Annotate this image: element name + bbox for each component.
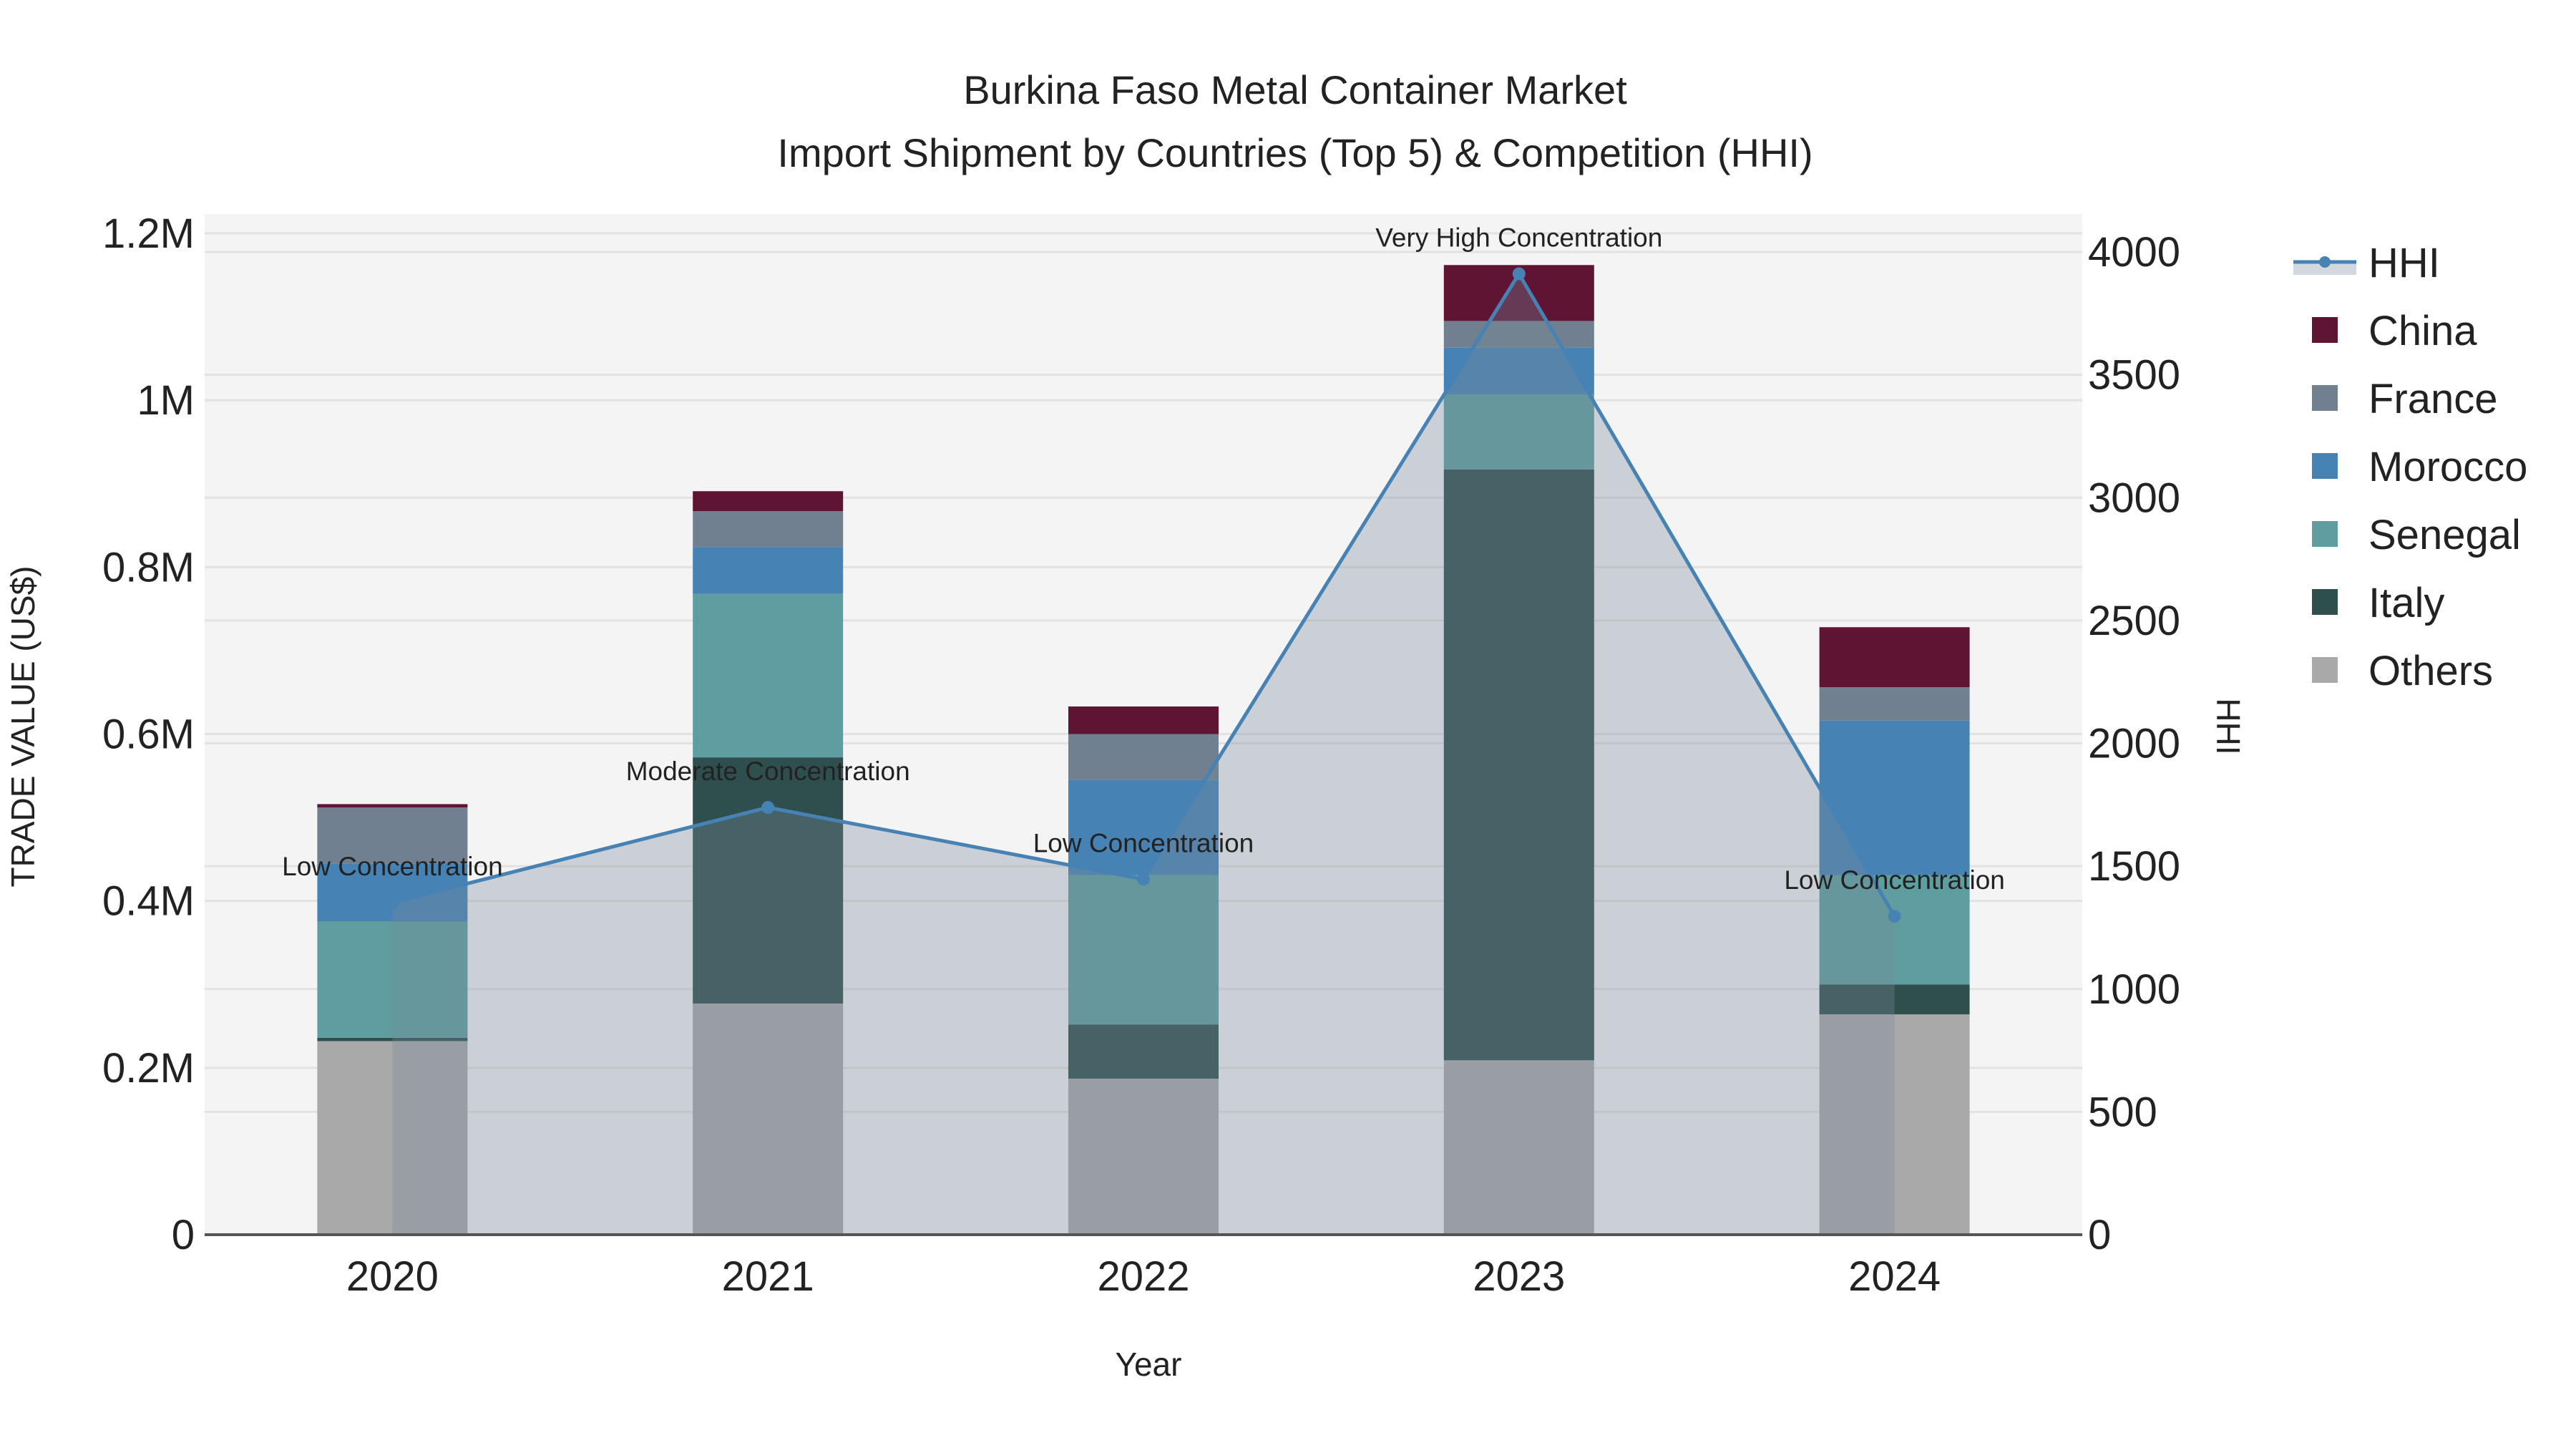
bar-france-2022[interactable] [1068,734,1219,780]
chart: Burkina Faso Metal Container Market Impo… [4,67,2527,1383]
legend-swatch-senegal [2312,521,2338,547]
bar-morocco-2021[interactable] [693,547,844,594]
y2-axis-title: HHI [2210,698,2247,754]
y2-tick-label: 2000 [2088,721,2180,767]
legend-label-france[interactable]: France [2368,376,2498,422]
legend-label-senegal[interactable]: Senegal [2368,512,2521,558]
legend-swatch-china [2312,317,2338,343]
legend-swatch-morocco [2312,453,2338,479]
legend-label-china[interactable]: China [2368,308,2477,354]
x-tick-label: 2021 [722,1253,814,1300]
y-tick-label: 0.2M [102,1045,195,1092]
y2-tick-label: 1000 [2088,966,2180,1013]
hhi-annotation: Low Concentration [1033,828,1254,857]
bar-china-2024[interactable] [1819,627,1970,688]
y-tick-label: 0.4M [102,878,195,925]
hhi-annotation: Very High Concentration [1375,223,1662,253]
y-axis-title: TRADE VALUE (US$) [4,565,42,887]
y-tick-label: 0.8M [102,544,195,591]
x-tick-label: 2020 [346,1253,439,1300]
hhi-point-2023[interactable] [1512,267,1526,281]
hhi-annotation: Low Concentration [1784,865,2005,895]
y2-tick-label: 500 [2088,1089,2157,1135]
legend-swatch-italy [2312,589,2338,615]
hhi-point-2020[interactable] [386,895,399,909]
bar-china-2021[interactable] [693,491,844,512]
chart-title: Burkina Faso Metal Container Market [963,67,1627,112]
x-axis-title: Year [1116,1346,1182,1383]
legend-label-italy[interactable]: Italy [2368,580,2444,626]
bar-china-2022[interactable] [1068,706,1219,734]
legend-label-others[interactable]: Others [2368,648,2493,694]
y2-tick-label: 1500 [2088,843,2180,890]
x-tick-label: 2023 [1473,1253,1565,1300]
bar-france-2021[interactable] [693,511,844,548]
y-tick-label: 0.6M [102,711,195,758]
bar-senegal-2021[interactable] [693,593,844,758]
y2-tick-label: 3500 [2088,352,2180,399]
legend-label-morocco[interactable]: Morocco [2368,444,2527,490]
legend-swatch-france [2312,385,2338,411]
y2-tick-label: 0 [2088,1212,2111,1258]
y-tick-label: 1.2M [102,210,195,257]
y2-tick-label: 4000 [2088,229,2180,276]
y2-tick-label: 3000 [2088,475,2180,521]
hhi-point-2024[interactable] [1888,910,1901,923]
y-tick-label: 1M [137,377,195,424]
x-tick-label: 2024 [1848,1253,1941,1300]
y-tick-label: 0 [172,1212,195,1258]
x-tick-label: 2022 [1097,1253,1189,1300]
bar-france-2024[interactable] [1819,687,1970,721]
legend-swatch-others [2312,657,2338,683]
legend-label-hhi[interactable]: HHI [2368,240,2440,286]
chart-subtitle: Import Shipment by Countries (Top 5) & C… [777,130,1813,175]
hhi-annotation: Low Concentration [282,852,503,881]
y2-tick-label: 2500 [2088,598,2180,644]
hhi-point-2022[interactable] [1137,873,1150,886]
hhi-annotation: Moderate Concentration [626,757,910,786]
legend-hhi-marker-icon [2319,256,2331,268]
bar-china-2020[interactable] [317,804,468,808]
hhi-point-2021[interactable] [761,801,775,815]
